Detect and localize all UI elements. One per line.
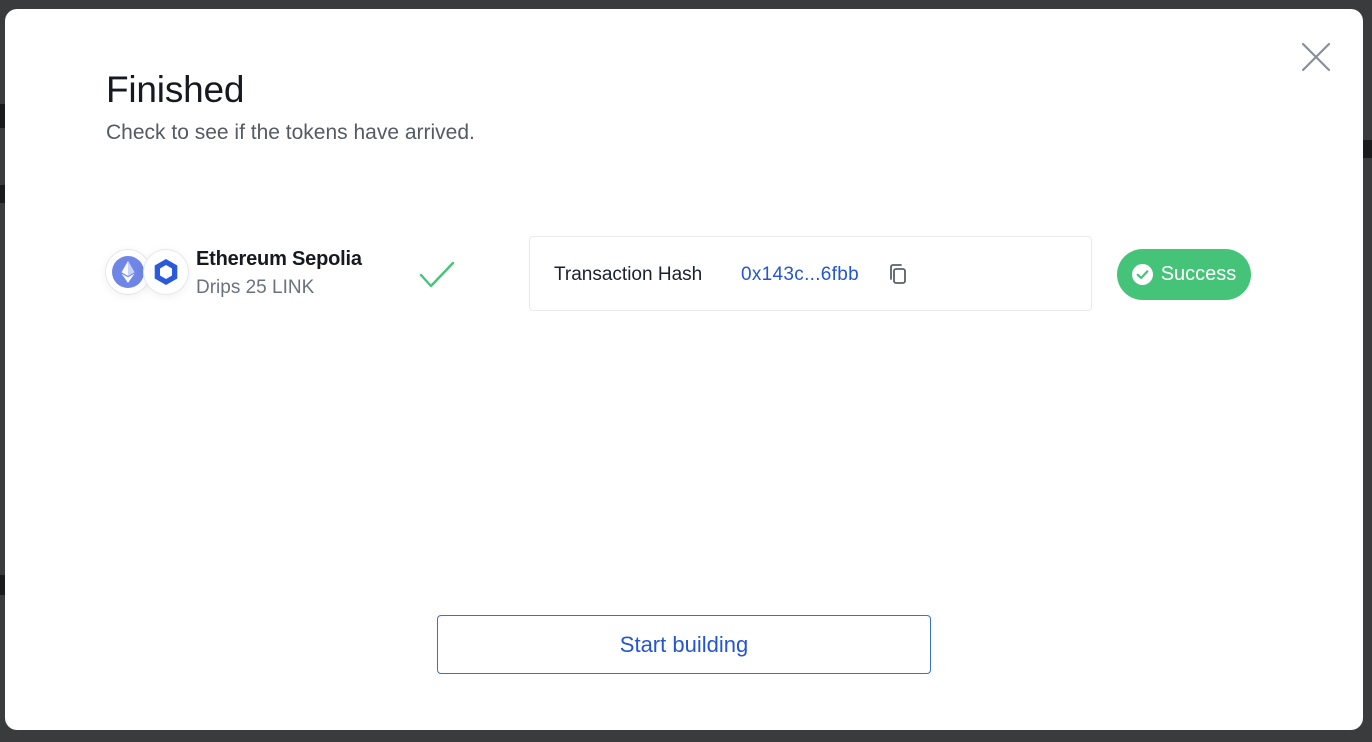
dialog-subtitle: Check to see if the tokens have arrived. (106, 121, 475, 144)
ethereum-icon (112, 256, 144, 288)
finished-dialog: Finished Check to see if the tokens have… (5, 9, 1363, 730)
start-building-button[interactable]: Start building (437, 615, 931, 674)
copy-hash-button[interactable] (887, 263, 909, 292)
transaction-hash-link[interactable]: 0x143c...6fbb (741, 264, 859, 286)
transaction-hash-label: Transaction Hash (554, 264, 703, 285)
close-icon (1301, 42, 1331, 72)
backdrop-fragment (1363, 140, 1372, 158)
chainlink-icon (154, 259, 178, 285)
chainlink-coin (144, 250, 188, 294)
close-button[interactable] (1298, 39, 1334, 75)
network-info: Ethereum Sepolia Drips 25 LINK (196, 248, 362, 299)
network-name: Ethereum Sepolia (196, 248, 362, 270)
status-badge: Success (1117, 249, 1251, 300)
status-label: Success (1160, 263, 1237, 285)
dialog-title: Finished (106, 69, 245, 110)
copy-icon (890, 264, 906, 284)
transaction-hash-card: Transaction Hash 0x143c...6fbb (529, 236, 1092, 311)
drip-amount: Drips 25 LINK (196, 277, 315, 298)
check-circle-icon (1131, 264, 1153, 285)
checkmark-icon (419, 261, 455, 288)
